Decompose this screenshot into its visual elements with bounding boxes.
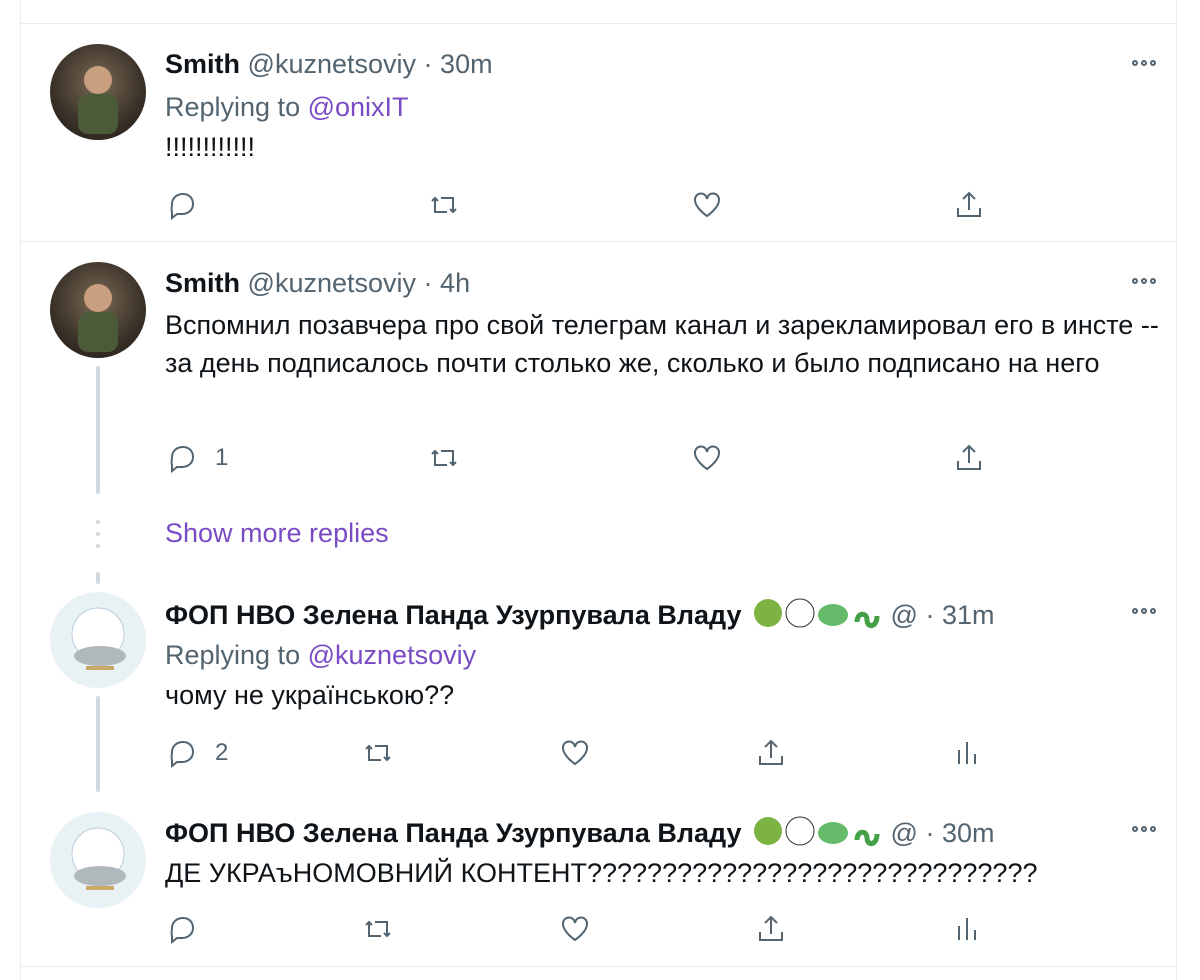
tweet-text: ДЕ УКРАъНОМОВНИЙ КОНТЕНТ????????????????… bbox=[165, 858, 1038, 888]
like-icon bbox=[562, 916, 588, 942]
thread-line bbox=[96, 696, 100, 792]
retweet-icon bbox=[431, 449, 457, 467]
like-button[interactable] bbox=[690, 441, 724, 475]
display-name[interactable]: Smith bbox=[165, 49, 240, 79]
reply-icon bbox=[170, 445, 195, 474]
user-handle[interactable]: @ bbox=[891, 600, 918, 630]
mention-link[interactable]: @kuznetsoviy bbox=[308, 640, 476, 670]
tweet-text: !!!!!!!!!!!! bbox=[165, 132, 256, 162]
reply-icon bbox=[170, 192, 195, 221]
separator: · bbox=[925, 600, 935, 631]
avatar[interactable] bbox=[50, 812, 146, 908]
user-handle[interactable]: @ bbox=[891, 818, 918, 848]
more-icon[interactable] bbox=[1132, 58, 1162, 68]
retweet-icon bbox=[365, 920, 391, 938]
reply-button[interactable] bbox=[165, 912, 199, 946]
retweet-icon bbox=[365, 744, 391, 762]
retweet-icon bbox=[431, 196, 457, 214]
replying-label: Replying to bbox=[165, 92, 301, 122]
share-icon bbox=[759, 739, 783, 765]
share-button[interactable] bbox=[754, 736, 788, 770]
tweet-header: ФОП НВО Зелена Панда Узурпувала Владу @ … bbox=[165, 814, 995, 856]
share-icon bbox=[759, 915, 783, 941]
retweet-button[interactable] bbox=[361, 912, 395, 946]
reply-button[interactable] bbox=[165, 188, 199, 222]
retweet-button[interactable] bbox=[361, 736, 395, 770]
reply-button[interactable]: 1 bbox=[165, 441, 228, 475]
like-button[interactable] bbox=[558, 736, 592, 770]
tweet-header: ФОП НВО Зелена Панда Узурпувала Владу @ … bbox=[165, 596, 995, 638]
more-icon[interactable] bbox=[1132, 824, 1162, 834]
reply-icon bbox=[170, 916, 195, 945]
reply-count: 2 bbox=[215, 739, 229, 766]
like-button[interactable] bbox=[558, 912, 592, 946]
user-handle[interactable]: @kuznetsoviy bbox=[248, 49, 416, 79]
emoji-icons bbox=[753, 596, 883, 638]
display-name[interactable]: ФОП НВО Зелена Панда Узурпувала Владу bbox=[165, 818, 742, 848]
timestamp[interactable]: 4h bbox=[440, 268, 470, 298]
replying-to: Replying to @onixIT bbox=[165, 90, 409, 124]
timestamp[interactable]: 30m bbox=[942, 818, 995, 848]
display-name[interactable]: Smith bbox=[165, 268, 240, 298]
reply-icon bbox=[170, 740, 195, 769]
share-icon bbox=[957, 444, 981, 470]
like-icon bbox=[694, 192, 720, 218]
analytics-button[interactable] bbox=[950, 736, 984, 770]
replying-to: Replying to @kuznetsoviy bbox=[165, 638, 476, 672]
retweet-button[interactable] bbox=[427, 441, 461, 475]
like-button[interactable] bbox=[690, 188, 724, 222]
thread-line bbox=[96, 572, 100, 584]
like-icon bbox=[562, 740, 588, 766]
emoji-icons bbox=[753, 814, 883, 856]
analytics-icon bbox=[958, 742, 976, 764]
display-name[interactable]: ФОП НВО Зелена Панда Узурпувала Владу bbox=[165, 600, 742, 630]
tweet-text: чому не українською?? bbox=[165, 680, 455, 710]
timestamp[interactable]: 31m bbox=[942, 600, 995, 630]
show-more-replies-link[interactable]: Show more replies bbox=[165, 518, 389, 549]
timestamp[interactable]: 30m bbox=[440, 49, 493, 79]
divider bbox=[20, 23, 1177, 24]
thread-dots bbox=[96, 520, 100, 556]
analytics-button[interactable] bbox=[950, 912, 984, 946]
retweet-button[interactable] bbox=[427, 188, 461, 222]
user-handle[interactable]: @kuznetsoviy bbox=[248, 268, 416, 298]
reply-button[interactable]: 2 bbox=[165, 736, 228, 770]
like-icon bbox=[694, 445, 720, 471]
divider bbox=[20, 241, 1177, 242]
share-icon bbox=[957, 191, 981, 217]
share-button[interactable] bbox=[952, 188, 986, 222]
share-button[interactable] bbox=[754, 912, 788, 946]
more-icon[interactable] bbox=[1132, 606, 1162, 616]
separator: · bbox=[423, 49, 433, 79]
separator: · bbox=[925, 818, 935, 849]
mention-link[interactable]: @onixIT bbox=[308, 92, 409, 122]
analytics-icon bbox=[958, 918, 976, 940]
replying-label: Replying to bbox=[165, 640, 301, 670]
tweet-header: Smith @kuznetsoviy · 30m bbox=[165, 47, 493, 81]
reply-count: 1 bbox=[215, 444, 229, 471]
avatar[interactable] bbox=[50, 262, 146, 358]
separator: · bbox=[423, 268, 433, 298]
thread-line bbox=[96, 366, 100, 494]
divider bbox=[20, 966, 1177, 967]
avatar[interactable] bbox=[50, 44, 146, 140]
share-button[interactable] bbox=[952, 441, 986, 475]
tweet-text: Вспомнил позавчера про свой телеграм кан… bbox=[165, 310, 1159, 378]
avatar[interactable] bbox=[50, 592, 146, 688]
more-icon[interactable] bbox=[1132, 276, 1162, 286]
tweet-header: Smith @kuznetsoviy · 4h bbox=[165, 266, 470, 300]
